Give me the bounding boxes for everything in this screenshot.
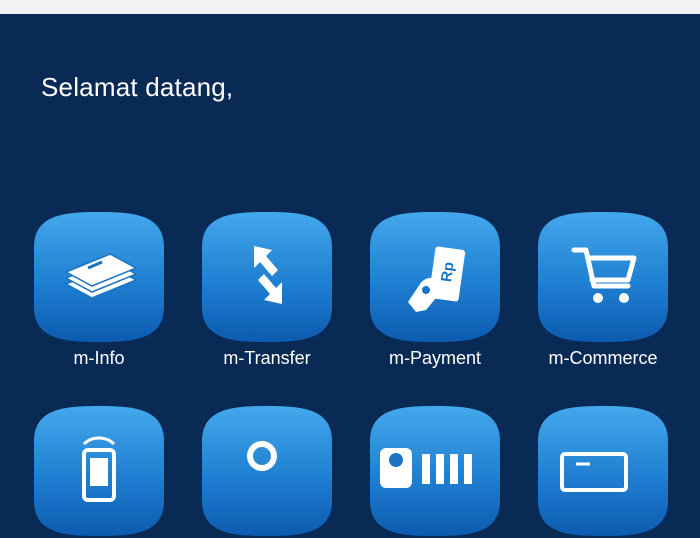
transfer-arrows-icon [254,246,282,304]
shopping-cart-icon [571,247,637,303]
documents-icon [64,253,138,299]
m-commerce-button[interactable] [536,210,670,344]
menu-tile-7[interactable] [368,404,502,538]
m-payment-button[interactable]: Rp [368,210,502,344]
menu-tile-8[interactable] [536,404,670,538]
m-info-button[interactable] [32,210,166,344]
welcome-greeting: Selamat datang, [41,72,234,102]
location-icon [247,441,277,471]
m-transfer-button[interactable] [200,210,334,344]
top-status-bar [0,0,700,14]
menu-tile-5[interactable] [32,404,166,538]
svg-text:Rp: Rp [438,261,458,283]
m-payment-label: m-Payment [388,348,482,368]
menu-tile-6[interactable] [200,404,334,538]
user-card-icon [380,448,472,488]
m-transfer-label: m-Transfer [223,348,311,368]
card-icon [560,452,628,492]
mobile-phone-icon [82,436,116,502]
m-info-label: m-Info [73,348,125,368]
payment-rupiah-icon: Rp [408,246,466,312]
m-commerce-label: m-Commerce [548,348,658,368]
